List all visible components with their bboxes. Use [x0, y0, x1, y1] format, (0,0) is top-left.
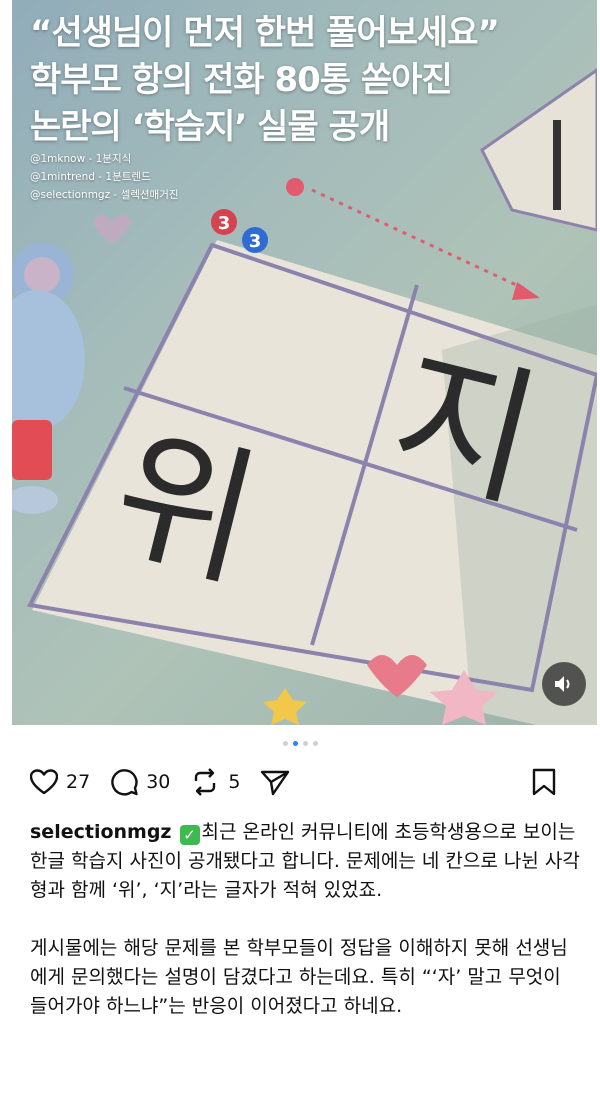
credit-line-3: @selectionmgz - 셀렉션매거진	[30, 189, 179, 201]
comment-button[interactable]: 30	[110, 768, 170, 796]
repost-count: 5	[228, 771, 241, 793]
headline: “선생님이 먼저 한번 풀어보세요” 학부모 항의 전화 80통 쏟아진 논란의…	[30, 10, 590, 151]
headline-line-3: 논란의 ‘학습지’ 실물 공개	[30, 107, 390, 147]
credits: @1mknow - 1분지식 @1mintrend - 1분트렌드 @selec…	[30, 150, 179, 204]
repost-button[interactable]: 5	[190, 768, 240, 796]
caption-username[interactable]: selectionmgz	[30, 821, 172, 843]
credit-line-2: @1mintrend - 1분트렌드	[30, 171, 151, 183]
action-bar: 27 30 5	[30, 762, 576, 802]
share-button[interactable]	[260, 768, 290, 796]
headline-line-2: 학부모 항의 전화 80통 쏟아진	[30, 60, 453, 100]
speaker-icon	[555, 676, 570, 692]
check-mark-icon: ✓	[179, 825, 200, 845]
send-icon	[261, 770, 290, 796]
comment-icon	[111, 769, 138, 796]
caption-paragraph-2: 게시물에는 해당 문제를 본 학부모들이 정답을 이해하지 못해 선생님에게 문…	[30, 937, 568, 1017]
comment-count: 30	[146, 771, 171, 793]
post-caption: selectionmgz ✓ 최근 온라인 커뮤니티에 초등학생용으로 보이는 한…	[30, 818, 580, 1021]
bookmark-button[interactable]	[532, 768, 556, 796]
repost-icon	[195, 768, 216, 796]
carousel-dot-active	[292, 741, 298, 746]
carousel-dot	[282, 741, 288, 746]
headline-line-1: “선생님이 먼저 한번 풀어보세요”	[30, 13, 500, 53]
post-media[interactable]: 3 3 위 지 “선생님이 먼저 한번 풀어보세요” 학부모 항의 전화 80통…	[12, 0, 597, 725]
carousel-dot	[312, 741, 318, 746]
bookmark-icon	[532, 768, 556, 796]
carousel-indicator	[0, 741, 600, 746]
sound-toggle-button[interactable]	[542, 662, 586, 706]
like-button[interactable]: 27	[30, 769, 90, 795]
like-count: 27	[66, 771, 91, 793]
badge-number-2: 3	[249, 231, 262, 252]
badge-number-1: 3	[218, 213, 231, 234]
carousel-dot	[302, 741, 308, 746]
heart-icon	[30, 769, 58, 795]
caption-paragraph-1: selectionmgz ✓ 최근 온라인 커뮤니티에 초등학생용으로 보이는 한…	[30, 818, 580, 905]
credit-line-1: @1mknow - 1분지식	[30, 153, 132, 165]
